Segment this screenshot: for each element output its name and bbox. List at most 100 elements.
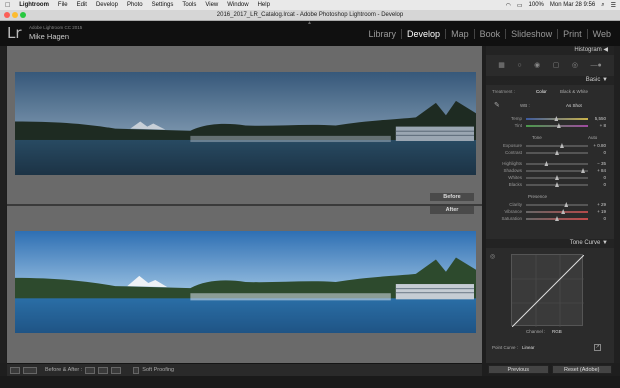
exposure-row[interactable]: Exposure + 0.80	[490, 142, 610, 149]
battery-icon[interactable]: ▭	[517, 2, 523, 9]
contrast-knob[interactable]	[555, 150, 559, 155]
vibrance-value[interactable]: + 19	[597, 208, 606, 215]
apple-menu-icon[interactable]: 	[5, 2, 10, 9]
channel-select[interactable]: RGB	[552, 328, 562, 335]
whites-value[interactable]: 0	[603, 174, 606, 181]
tint-slider[interactable]	[526, 123, 588, 128]
notification-center-icon[interactable]: ☰	[611, 2, 616, 9]
module-map[interactable]: Map	[445, 29, 474, 39]
tint-row[interactable]: Tint + 8	[490, 122, 610, 129]
treatment-color[interactable]: Color	[536, 88, 547, 95]
spot-removal-icon[interactable]: ○	[517, 62, 521, 69]
whites-knob[interactable]	[555, 175, 559, 180]
loupe-view-button[interactable]	[10, 366, 20, 374]
menu-photo[interactable]: Photo	[127, 2, 143, 8]
module-develop[interactable]: Develop	[401, 29, 445, 39]
menu-help[interactable]: Help	[258, 2, 270, 8]
menu-edit[interactable]: Edit	[77, 2, 87, 8]
close-window-button[interactable]	[4, 12, 10, 18]
module-print[interactable]: Print	[557, 29, 587, 39]
exposure-knob[interactable]	[559, 143, 564, 148]
highlights-knob[interactable]	[544, 161, 549, 166]
highlights-row[interactable]: Highlights − 35	[490, 160, 610, 167]
tint-value[interactable]: + 8	[600, 122, 606, 129]
top-panel-toggle-icon[interactable]: ▲	[307, 20, 312, 26]
clarity-knob[interactable]	[564, 202, 569, 207]
radial-filter-icon[interactable]: ◎	[572, 61, 578, 69]
menu-app-name[interactable]: Lightroom	[19, 2, 49, 8]
previous-button[interactable]: Previous	[488, 365, 549, 374]
temp-slider[interactable]	[526, 116, 588, 121]
saturation-value[interactable]: 0	[603, 215, 606, 222]
highlights-slider[interactable]	[526, 161, 588, 166]
whites-slider[interactable]	[526, 175, 588, 180]
exposure-slider[interactable]	[526, 143, 588, 148]
crop-tool-icon[interactable]: ▦	[498, 61, 505, 69]
adjustment-brush-icon[interactable]: —●	[590, 62, 601, 69]
histogram-header[interactable]: Histogram ◀	[486, 46, 614, 55]
blacks-slider[interactable]	[526, 182, 588, 187]
module-slideshow[interactable]: Slideshow	[505, 29, 557, 39]
tone-curve-graph[interactable]	[511, 254, 584, 327]
point-curve-select[interactable]: Linear	[522, 344, 535, 351]
swap-before-after-button[interactable]	[111, 366, 122, 374]
clarity-value[interactable]: + 29	[597, 201, 606, 208]
saturation-row[interactable]: Saturation 0	[490, 215, 610, 222]
blacks-knob[interactable]	[555, 182, 559, 187]
temp-row[interactable]: Temp 5,550	[490, 115, 610, 122]
menu-develop[interactable]: Develop	[96, 2, 118, 8]
tint-knob[interactable]	[556, 123, 561, 128]
clarity-slider[interactable]	[526, 202, 588, 207]
reset-button[interactable]: Reset (Adobe)	[551, 365, 612, 374]
minimize-window-button[interactable]	[12, 12, 18, 18]
wb-eyedropper-icon[interactable]: ✎	[494, 102, 500, 109]
copy-before-to-after-button[interactable]	[85, 366, 96, 374]
graduated-filter-icon[interactable]: ▢	[553, 61, 560, 69]
tone-curve-header[interactable]: Tone Curve ▼	[486, 239, 614, 248]
clock[interactable]: Mon Mar 28 9:56	[550, 2, 595, 8]
contrast-row[interactable]: Contrast 0	[490, 149, 610, 156]
target-adjustment-icon[interactable]: ◎	[490, 253, 495, 260]
tone-auto-button[interactable]: Auto	[588, 134, 597, 141]
clarity-row[interactable]: Clarity + 29	[490, 201, 610, 208]
red-eye-icon[interactable]: ◉	[534, 61, 540, 69]
shadows-row[interactable]: Shadows + 84	[490, 167, 610, 174]
blacks-row[interactable]: Blacks 0	[490, 181, 610, 188]
right-panel-edge[interactable]	[614, 46, 620, 363]
treatment-bw[interactable]: Black & White	[560, 88, 588, 95]
filmstrip-collapsed[interactable]	[0, 376, 620, 388]
temp-knob[interactable]	[554, 116, 559, 121]
soft-proofing-checkbox[interactable]	[133, 366, 140, 374]
copy-after-to-before-button[interactable]	[98, 366, 109, 374]
saturation-knob[interactable]	[555, 216, 559, 221]
before-after-view-button[interactable]	[23, 366, 37, 374]
after-photo[interactable]	[15, 231, 476, 333]
wb-preset[interactable]: As Shot	[566, 102, 582, 109]
zoom-window-button[interactable]	[20, 12, 26, 18]
spotlight-icon[interactable]: ⌕	[601, 2, 604, 9]
menu-file[interactable]: File	[58, 2, 68, 8]
menu-view[interactable]: View	[205, 2, 218, 8]
before-photo[interactable]	[15, 72, 476, 175]
menu-tools[interactable]: Tools	[182, 2, 196, 8]
contrast-value[interactable]: 0	[603, 149, 606, 156]
shadows-value[interactable]: + 84	[597, 167, 606, 174]
wifi-icon[interactable]: ◠	[506, 2, 511, 9]
vibrance-slider[interactable]	[526, 209, 588, 214]
shadows-slider[interactable]	[526, 168, 588, 173]
blacks-value[interactable]: 0	[603, 181, 606, 188]
menu-window[interactable]: Window	[227, 2, 248, 8]
shadows-knob[interactable]	[581, 168, 586, 173]
vibrance-knob[interactable]	[561, 209, 566, 214]
temp-value[interactable]: 5,550	[595, 115, 606, 122]
whites-row[interactable]: Whites 0	[490, 174, 610, 181]
module-web[interactable]: Web	[586, 29, 616, 39]
edit-point-curve-icon[interactable]: ↗	[594, 344, 601, 351]
module-book[interactable]: Book	[473, 29, 506, 39]
menu-settings[interactable]: Settings	[152, 2, 174, 8]
module-library[interactable]: Library	[364, 29, 402, 39]
basic-header[interactable]: Basic ▼	[486, 76, 614, 85]
highlights-value[interactable]: − 35	[597, 160, 606, 167]
exposure-value[interactable]: + 0.80	[593, 142, 606, 149]
left-panel-collapsed[interactable]	[0, 46, 6, 363]
